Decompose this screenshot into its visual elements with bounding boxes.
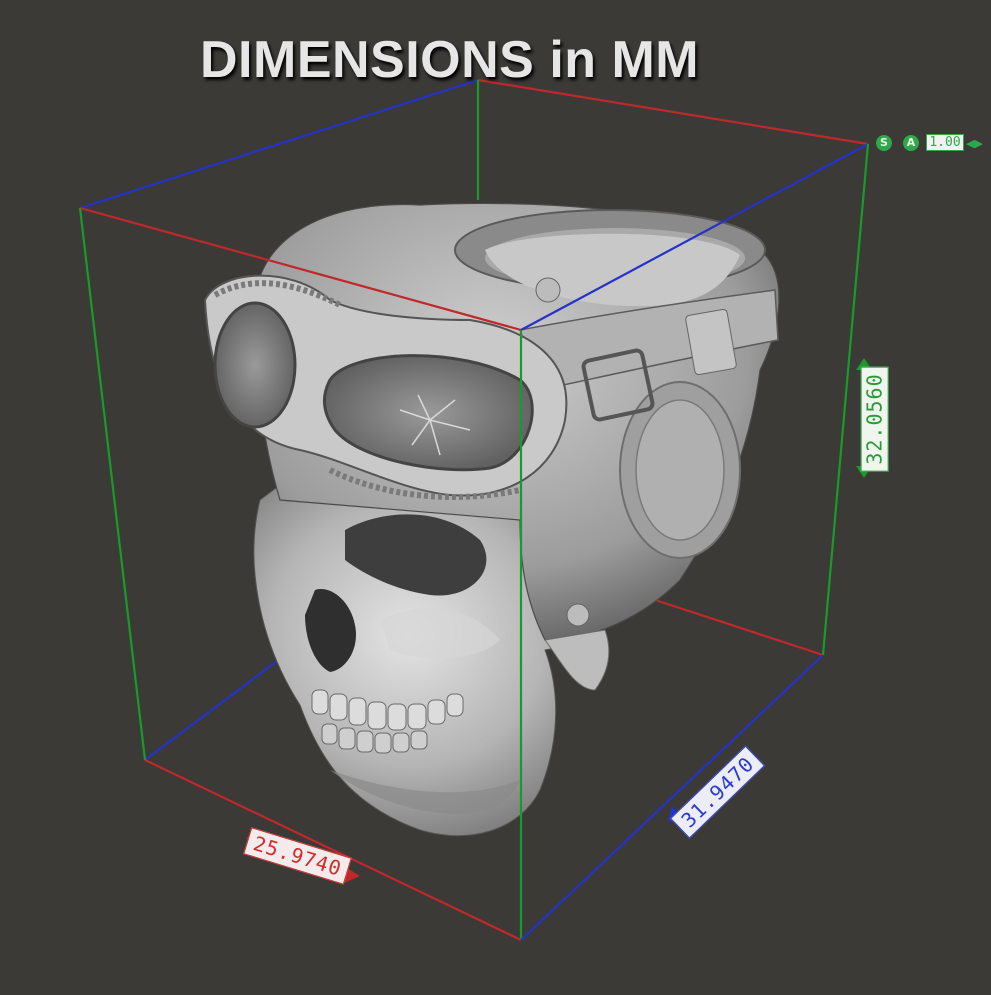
zoom-arrows-icon[interactable]: ◀▶ — [966, 134, 983, 152]
snap-icon: S — [876, 135, 892, 151]
3d-viewport[interactable]: DIMENSIONS in MM S A 1.00 ◀▶ 25.9740 31.… — [0, 0, 991, 991]
axis-toggle[interactable]: A — [903, 134, 919, 152]
skull-helmet-model[interactable] — [203, 202, 780, 837]
page-title: DIMENSIONS in MM — [200, 31, 700, 89]
snap-toggle[interactable]: S — [876, 134, 892, 152]
axis-icon: A — [903, 135, 919, 151]
zoom-value-field[interactable]: 1.00 — [926, 134, 964, 151]
scene-svg — [78, 78, 872, 941]
height-dimension-label: 32.0560 — [860, 366, 889, 472]
